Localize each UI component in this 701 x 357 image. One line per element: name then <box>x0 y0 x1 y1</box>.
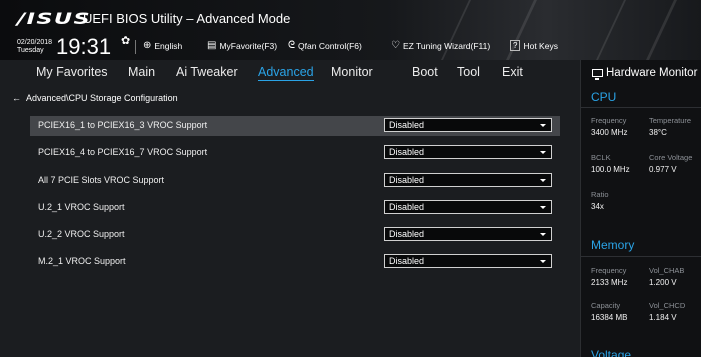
tab-my-favorites[interactable]: My Favorites <box>36 65 108 79</box>
tab-monitor[interactable]: Monitor <box>331 65 373 79</box>
chevron-down-icon <box>540 206 546 209</box>
dropdown-value: Disabled <box>389 229 425 239</box>
setting-row-all-pcie-vroc[interactable]: All 7 PCIE Slots VROC Support Disabled <box>30 171 560 191</box>
bclk-value: 100.0 MHz <box>591 165 630 174</box>
chevron-down-icon <box>540 179 546 182</box>
bulb-icon: ♡ <box>391 40 400 51</box>
chevron-down-icon <box>540 124 546 127</box>
setting-dropdown[interactable]: Disabled <box>384 254 552 268</box>
hardware-monitor-title: Hardware Monitor <box>592 67 698 80</box>
ratio-value: 34x <box>591 202 604 211</box>
dropdown-value: Disabled <box>389 175 425 185</box>
cpu-frequency-label: Frequency <box>591 116 627 125</box>
setting-row-u2-1-vroc[interactable]: U.2_1 VROC Support Disabled <box>30 198 560 218</box>
setting-label: All 7 PCIE Slots VROC Support <box>38 175 165 185</box>
decorative-streak <box>596 0 626 60</box>
vol-chcd-value: 1.184 V <box>649 313 677 322</box>
setting-label: U.2_1 VROC Support <box>38 202 125 212</box>
setting-row-pciex16-4-7-vroc[interactable]: PCIEX16_4 to PCIEX16_7 VROC Support Disa… <box>30 143 560 163</box>
help-icon: ? <box>510 40 521 51</box>
myfavorite-button[interactable]: ▤ MyFavorite(F3) <box>207 40 277 51</box>
setting-dropdown[interactable]: Disabled <box>384 173 552 187</box>
core-voltage-value: 0.977 V <box>649 165 677 174</box>
cpu-temperature-label: Temperature <box>649 116 692 125</box>
asus-logo: /ISUS <box>17 9 91 28</box>
favorites-icon: ▤ <box>207 40 217 51</box>
divider <box>581 107 701 108</box>
tab-advanced[interactable]: Advanced <box>258 65 314 81</box>
vol-chab-value: 1.200 V <box>649 278 677 287</box>
app-title: UEFI BIOS Utility – Advanced Mode <box>83 11 291 26</box>
title-bar: /ISUS UEFI BIOS Utility – Advanced Mode … <box>0 0 701 60</box>
setting-dropdown[interactable]: Disabled <box>384 118 552 132</box>
day-text: Tuesday <box>17 47 44 54</box>
setting-row-u2-2-vroc[interactable]: U.2_2 VROC Support Disabled <box>30 225 560 245</box>
language-label: English <box>154 40 183 51</box>
cpu-frequency-value: 3400 MHz <box>591 128 628 137</box>
hot-keys-label: Hot Keys <box>523 40 558 51</box>
breadcrumb-path: Advanced\CPU Storage Configuration <box>26 93 178 103</box>
bclk-label: BCLK <box>591 153 611 162</box>
tab-exit[interactable]: Exit <box>502 65 523 79</box>
setting-label: PCIEX16_4 to PCIEX16_7 VROC Support <box>38 147 208 157</box>
core-voltage-label: Core Voltage <box>649 153 693 162</box>
date-text: 02/20/2018 <box>17 39 53 46</box>
divider <box>581 256 701 257</box>
tab-main[interactable]: Main <box>128 65 155 79</box>
ez-tuning-label: EZ Tuning Wizard(F11) <box>402 40 491 51</box>
dropdown-value: Disabled <box>389 147 425 157</box>
hardware-monitor-panel: Hardware Monitor CPU Frequency Temperatu… <box>580 60 701 357</box>
setting-dropdown[interactable]: Disabled <box>384 227 552 241</box>
gear-icon[interactable]: ✿ <box>121 34 130 47</box>
setting-dropdown[interactable]: Disabled <box>384 200 552 214</box>
globe-icon: ⊕ <box>143 40 152 51</box>
cpu-heading: CPU <box>591 90 617 104</box>
setting-row-pciex16-1-3-vroc[interactable]: PCIEX16_1 to PCIEX16_3 VROC Support Disa… <box>30 116 560 136</box>
clock-time[interactable]: 19:31 <box>56 34 111 60</box>
hot-keys-button[interactable]: ? Hot Keys <box>510 40 558 51</box>
setting-dropdown[interactable]: Disabled <box>384 145 552 159</box>
qfan-label: Qfan Control(F6) <box>298 40 362 51</box>
chevron-down-icon <box>540 233 546 236</box>
divider <box>135 40 136 54</box>
capacity-label: Capacity <box>591 301 621 310</box>
menu-tabs: My Favorites Main Ai Tweaker Advanced Mo… <box>0 60 580 85</box>
back-arrow-icon[interactable]: ← <box>12 93 21 103</box>
memory-frequency-label: Frequency <box>591 266 627 275</box>
tab-tool[interactable]: Tool <box>457 65 480 79</box>
setting-label: PCIEX16_1 to PCIEX16_3 VROC Support <box>38 120 208 130</box>
chevron-down-icon <box>540 260 546 263</box>
hardware-monitor-label: Hardware Monitor <box>606 67 698 79</box>
capacity-value: 16384 MB <box>591 313 628 322</box>
setting-label: M.2_1 VROC Support <box>38 256 126 266</box>
cpu-temperature-value: 38°C <box>649 128 667 137</box>
chevron-down-icon <box>540 151 546 154</box>
tab-ai-tweaker[interactable]: Ai Tweaker <box>176 65 238 79</box>
language-button[interactable]: ⊕ English <box>143 40 182 51</box>
decorative-streak <box>441 0 471 60</box>
vol-chcd-label: Vol_CHCD <box>649 301 686 310</box>
ez-tuning-wizard-button[interactable]: ♡ EZ Tuning Wizard(F11) <box>391 40 490 51</box>
tab-boot[interactable]: Boot <box>412 65 438 79</box>
dropdown-value: Disabled <box>389 120 425 130</box>
breadcrumb[interactable]: ← Advanced\CPU Storage Configuration <box>12 93 178 103</box>
dropdown-value: Disabled <box>389 202 425 212</box>
myfavorite-label: MyFavorite(F3) <box>219 40 278 51</box>
fan-icon: ᘓ <box>288 40 296 51</box>
memory-frequency-value: 2133 MHz <box>591 278 628 287</box>
date-display: 02/20/2018 Tuesday <box>17 39 52 55</box>
vol-chab-label: Vol_CHAB <box>649 266 685 275</box>
memory-heading: Memory <box>591 238 635 252</box>
ratio-label: Ratio <box>591 190 609 199</box>
voltage-heading: Voltage <box>591 348 632 357</box>
setting-row-m2-1-vroc[interactable]: M.2_1 VROC Support Disabled <box>30 252 560 272</box>
decorative-streak <box>646 0 677 60</box>
decorative-streak <box>506 0 537 60</box>
setting-label: U.2_2 VROC Support <box>38 229 125 239</box>
monitor-icon <box>592 69 603 80</box>
dropdown-value: Disabled <box>389 256 425 266</box>
qfan-control-button[interactable]: ᘓ Qfan Control(F6) <box>288 40 362 51</box>
